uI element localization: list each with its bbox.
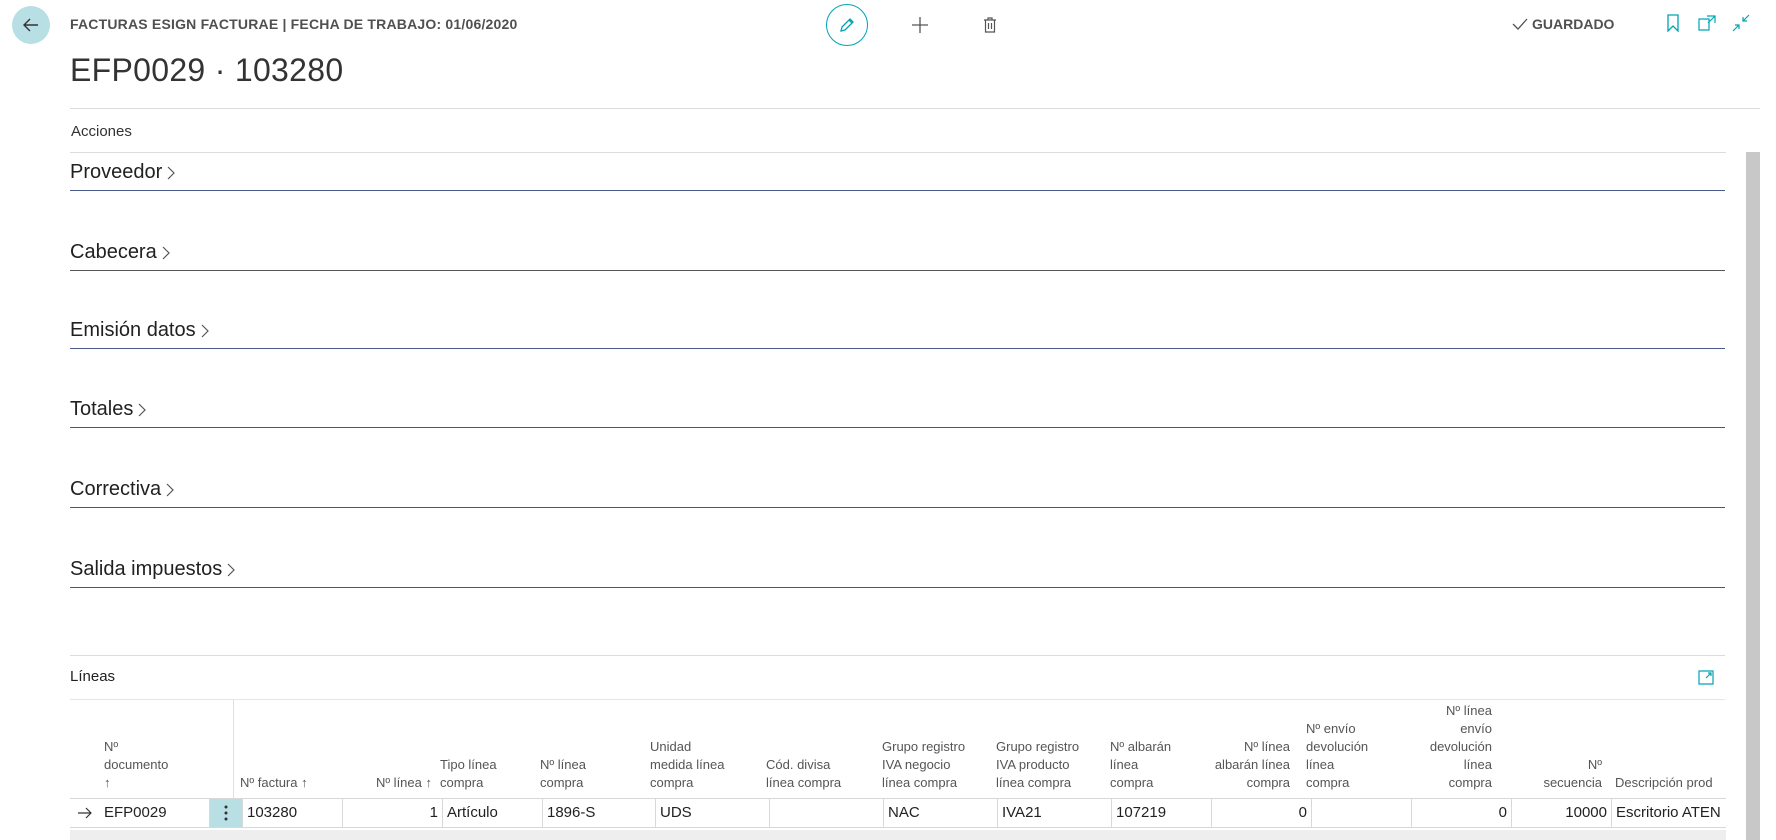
fasttab-underline bbox=[70, 270, 1725, 271]
cell-num-linea-albaran[interactable]: 0 bbox=[1212, 799, 1312, 827]
cell-grupo-iva-producto[interactable]: IVA21 bbox=[998, 799, 1112, 827]
arrow-left-icon bbox=[23, 18, 38, 32]
pencil-icon bbox=[840, 18, 854, 32]
column-header-cod-divisa[interactable]: Cód. divisa línea compra bbox=[766, 756, 866, 792]
fasttab-underline bbox=[70, 190, 1725, 191]
lines-grid: Nº documento ↑ Nº factura ↑ Nº línea ↑ Tip… bbox=[70, 700, 1726, 840]
lines-expand-button[interactable] bbox=[1698, 668, 1718, 688]
fasttab-label: Emisión datos bbox=[70, 319, 196, 341]
column-header-num-secuencia[interactable]: Nº secuencia bbox=[1516, 756, 1602, 792]
fasttab-totales[interactable]: Totales bbox=[70, 398, 1725, 428]
divider bbox=[70, 655, 1725, 656]
fasttab-underline bbox=[70, 348, 1725, 349]
collapse-button[interactable] bbox=[1730, 12, 1752, 34]
column-header-grupo-iva-producto[interactable]: Grupo registro IVA producto línea compra bbox=[996, 738, 1101, 792]
cell-num-secuencia[interactable]: 10000 bbox=[1512, 799, 1612, 827]
cell-cod-divisa[interactable] bbox=[770, 799, 884, 827]
column-header-factura[interactable]: Nº factura ↑ bbox=[240, 774, 335, 792]
plus-icon bbox=[912, 17, 928, 33]
chevron-right-icon bbox=[201, 324, 209, 337]
fasttab-label: Totales bbox=[70, 398, 134, 420]
lines-title: Líneas bbox=[70, 668, 116, 685]
divider bbox=[70, 152, 1726, 153]
saved-label: GUARDADO bbox=[1532, 16, 1615, 32]
table-row[interactable]: EFP0029 103280 1 Artículo 1896-S UDS NAC… bbox=[70, 798, 1726, 828]
cell-documento[interactable]: EFP0029 bbox=[100, 799, 210, 827]
new-button[interactable] bbox=[902, 7, 938, 43]
column-header-unidad-medida[interactable]: Unidad medida línea compra bbox=[650, 738, 755, 792]
page-title: EFP0029 · 103280 bbox=[70, 52, 344, 88]
column-header-num-linea-compra[interactable]: Nº línea compra bbox=[540, 756, 635, 792]
cell-num-albaran[interactable]: 107219 bbox=[1112, 799, 1212, 827]
page-actions bbox=[826, 4, 1008, 46]
fasttab-underline bbox=[70, 427, 1725, 428]
column-header-num-albaran[interactable]: Nº albarán línea compra bbox=[1110, 738, 1200, 792]
cell-grupo-iva-negocio[interactable]: NAC bbox=[884, 799, 998, 827]
fasttab-salida-impuestos[interactable]: Salida impuestos bbox=[70, 558, 1725, 588]
fasttab-proveedor[interactable]: Proveedor bbox=[70, 161, 1725, 191]
fasttab-label: Cabecera bbox=[70, 241, 157, 263]
more-vertical-icon bbox=[224, 805, 228, 821]
column-header-num-linea-albaran[interactable]: Nº línea albarán línea compra bbox=[1198, 738, 1290, 792]
cell-tipo-linea[interactable]: Artículo bbox=[443, 799, 543, 827]
row-selected-indicator bbox=[70, 799, 100, 827]
trash-icon bbox=[984, 17, 996, 33]
fasttab-underline bbox=[70, 587, 1725, 588]
cell-num-envio-devolucion[interactable] bbox=[1312, 799, 1412, 827]
arrow-right-icon bbox=[78, 807, 92, 819]
open-in-new-window-icon bbox=[1698, 15, 1716, 31]
fasttab-correctiva[interactable]: Correctiva bbox=[70, 478, 1725, 508]
chevron-right-icon bbox=[162, 246, 170, 259]
bookmark-button[interactable] bbox=[1662, 12, 1684, 34]
bookmark-icon bbox=[1667, 14, 1679, 32]
chevron-right-icon bbox=[138, 403, 147, 416]
fasttab-emision-datos[interactable]: Emisión datos bbox=[70, 319, 1725, 349]
chevron-right-icon bbox=[167, 166, 176, 179]
chevron-right-icon bbox=[166, 483, 174, 496]
open-new-window-button[interactable] bbox=[1696, 12, 1718, 34]
column-header-descripcion[interactable]: Descripción prod bbox=[1615, 774, 1726, 792]
fasttab-cabecera[interactable]: Cabecera bbox=[70, 241, 1725, 271]
column-header-linea[interactable]: Nº línea ↑ bbox=[336, 774, 432, 792]
cell-descripcion[interactable]: Escritorio ATEN bbox=[1612, 799, 1726, 827]
chevron-right-icon bbox=[227, 563, 236, 576]
delete-button[interactable] bbox=[972, 7, 1008, 43]
saved-status: GUARDADO bbox=[1512, 16, 1614, 32]
divider bbox=[70, 108, 1760, 109]
grid-empty-area bbox=[70, 830, 1726, 840]
window-actions bbox=[1650, 12, 1752, 34]
collapse-icon bbox=[1732, 14, 1750, 32]
column-header-documento[interactable]: Nº documento ↑ bbox=[104, 738, 194, 792]
row-actions-button[interactable] bbox=[210, 799, 243, 827]
vertical-scrollbar[interactable] bbox=[1746, 152, 1760, 840]
expand-icon bbox=[1698, 670, 1714, 685]
cell-linea[interactable]: 1 bbox=[343, 799, 443, 827]
fasttab-underline bbox=[70, 507, 1725, 508]
fasttab-label: Correctiva bbox=[70, 478, 162, 500]
column-header-tipo-linea[interactable]: Tipo línea compra bbox=[440, 756, 535, 792]
column-separator bbox=[233, 700, 234, 798]
cell-num-linea-compra[interactable]: 1896-S bbox=[543, 799, 656, 827]
fasttab-label: Proveedor bbox=[70, 161, 163, 183]
breadcrumb: FACTURAS ESIGN FACTURAE | FECHA DE TRABA… bbox=[70, 16, 518, 32]
column-header-num-envio-devolucion[interactable]: Nº envío devolución línea compra bbox=[1306, 720, 1398, 792]
cell-factura[interactable]: 103280 bbox=[243, 799, 343, 827]
grid-header: Nº documento ↑ Nº factura ↑ Nº línea ↑ Tip… bbox=[70, 700, 1726, 798]
column-header-num-linea-envio-devolucion[interactable]: Nº línea envío devolución línea compra bbox=[1400, 702, 1492, 792]
check-icon bbox=[1512, 18, 1528, 30]
back-button[interactable] bbox=[12, 6, 50, 44]
column-header-grupo-iva-negocio[interactable]: Grupo registro IVA negocio línea compra bbox=[882, 738, 987, 792]
edit-button[interactable] bbox=[826, 4, 868, 46]
cell-unidad-medida[interactable]: UDS bbox=[656, 799, 770, 827]
cell-num-linea-envio-devolucion[interactable]: 0 bbox=[1412, 799, 1512, 827]
actions-menu[interactable]: Acciones bbox=[71, 123, 132, 140]
fasttab-label: Salida impuestos bbox=[70, 558, 223, 580]
